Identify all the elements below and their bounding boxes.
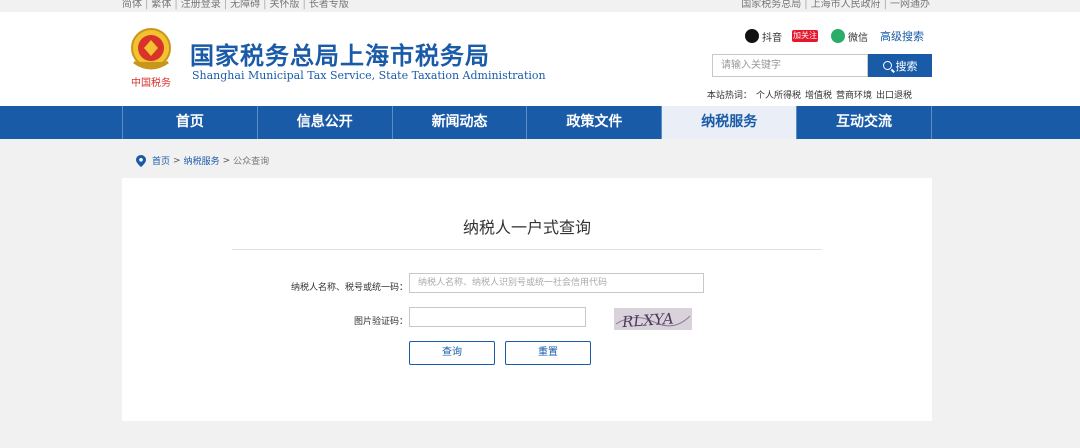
emblem-caption: 中国税务: [131, 76, 171, 89]
link-register-login[interactable]: 注册登录: [181, 0, 221, 10]
douyin-link[interactable]: 抖音: [745, 29, 782, 44]
hot-word-item[interactable]: 个人所得税: [756, 91, 801, 101]
hot-words: 本站热词： 个人所得税 增值税 营商环境 出口退税: [703, 88, 912, 101]
reset-button[interactable]: 重置: [505, 341, 591, 365]
breadcrumb-separator: >: [173, 155, 181, 166]
search-input[interactable]: 请输入关键字: [712, 54, 868, 77]
site-header: 中国税务 国家税务总局上海市税务局 Shanghai Municipal Tax…: [0, 12, 1080, 106]
link-shanghai-gov[interactable]: 上海市人民政府: [811, 0, 881, 10]
douyin-label: 抖音: [762, 32, 782, 44]
weibo-icon: 加关注: [792, 30, 818, 42]
nav-item-news[interactable]: 新闻动态: [391, 106, 527, 139]
hot-word-item[interactable]: 出口退税: [876, 91, 912, 101]
breadcrumb-current: 公众查询: [233, 157, 270, 167]
captcha-text: RLXYA: [621, 310, 675, 330]
hot-word-item[interactable]: 营商环境: [836, 91, 872, 101]
search-icon: [882, 61, 892, 70]
social-links: 抖音 加关注 微信 高级搜索: [735, 28, 924, 44]
breadcrumb-separator: >: [222, 155, 231, 166]
douyin-icon: [745, 29, 759, 43]
hot-words-label: 本站热词：: [706, 91, 752, 101]
main-nav: 首页 信息公开 新闻动态 政策文件 纳税服务 互动交流: [0, 106, 1080, 139]
site-subtitle: Shanghai Municipal Tax Service, State Ta…: [192, 69, 546, 82]
breadcrumb-home[interactable]: 首页: [152, 154, 170, 167]
link-simplified[interactable]: 简体: [122, 0, 142, 10]
site-title: 国家税务总局上海市税务局: [190, 42, 490, 70]
top-utility-bar: 简体 | 繁体 | 注册登录 | 无障碍 | 关怀版 | 长者专版 国家税务总局 | 上海市人民政府 | 一…: [0, 0, 1080, 12]
main-nav-items: 首页 信息公开 新闻动态 政策文件 纳税服务 互动交流: [122, 106, 932, 139]
query-panel: 纳税人一户式查询 纳税人名称、税号或统一码： 纳税人名称、纳税人识别号或统一社会…: [122, 178, 932, 421]
nav-item-tax-service[interactable]: 纳税服务: [661, 106, 797, 139]
link-accessibility[interactable]: 无障碍: [230, 0, 260, 10]
title-divider: [232, 249, 822, 250]
location-pin-icon: [136, 154, 146, 167]
nav-item-interaction[interactable]: 互动交流: [796, 106, 932, 139]
captcha-input[interactable]: [409, 307, 586, 327]
wechat-icon: [831, 29, 845, 43]
search-button[interactable]: 搜索: [868, 54, 932, 77]
query-button[interactable]: 查询: [409, 341, 495, 365]
topbar-left-links: 简体 | 繁体 | 注册登录 | 无障碍 | 关怀版 | 长者专版: [122, 0, 349, 10]
link-sta[interactable]: 国家税务总局: [741, 0, 801, 10]
link-traditional[interactable]: 繁体: [151, 0, 171, 10]
link-one-network[interactable]: 一网通办: [890, 0, 930, 10]
breadcrumb: 首页 > 纳税服务 > 公众查询: [136, 154, 269, 167]
link-care-mode[interactable]: 关怀版: [270, 0, 300, 10]
topbar-right-links: 国家税务总局 | 上海市人民政府 | 一网通办: [741, 0, 930, 10]
captcha-label: 图片验证码：: [353, 317, 408, 327]
page-title: 纳税人一户式查询: [462, 218, 591, 237]
taxpayer-name-input[interactable]: 纳税人名称、纳税人识别号或统一社会信用代码: [409, 273, 704, 293]
link-elder-mode[interactable]: 长者专版: [309, 0, 349, 10]
hot-word-item[interactable]: 增值税: [805, 91, 832, 101]
search-button-label: 搜索: [895, 59, 918, 73]
wechat-link[interactable]: 微信: [831, 29, 868, 44]
advanced-search-link[interactable]: 高级搜索: [880, 28, 924, 44]
wechat-label: 微信: [848, 32, 868, 44]
nav-item-home[interactable]: 首页: [122, 106, 257, 139]
captcha-image[interactable]: RLXYA: [614, 308, 692, 330]
nav-item-info-disclosure[interactable]: 信息公开: [256, 106, 392, 139]
weibo-link[interactable]: 加关注: [792, 30, 821, 42]
breadcrumb-section[interactable]: 纳税服务: [184, 154, 220, 167]
taxpayer-name-label: 纳税人名称、税号或统一码：: [290, 283, 408, 293]
tax-emblem-logo[interactable]: 中国税务: [126, 24, 176, 92]
nav-item-policies[interactable]: 政策文件: [526, 106, 661, 139]
